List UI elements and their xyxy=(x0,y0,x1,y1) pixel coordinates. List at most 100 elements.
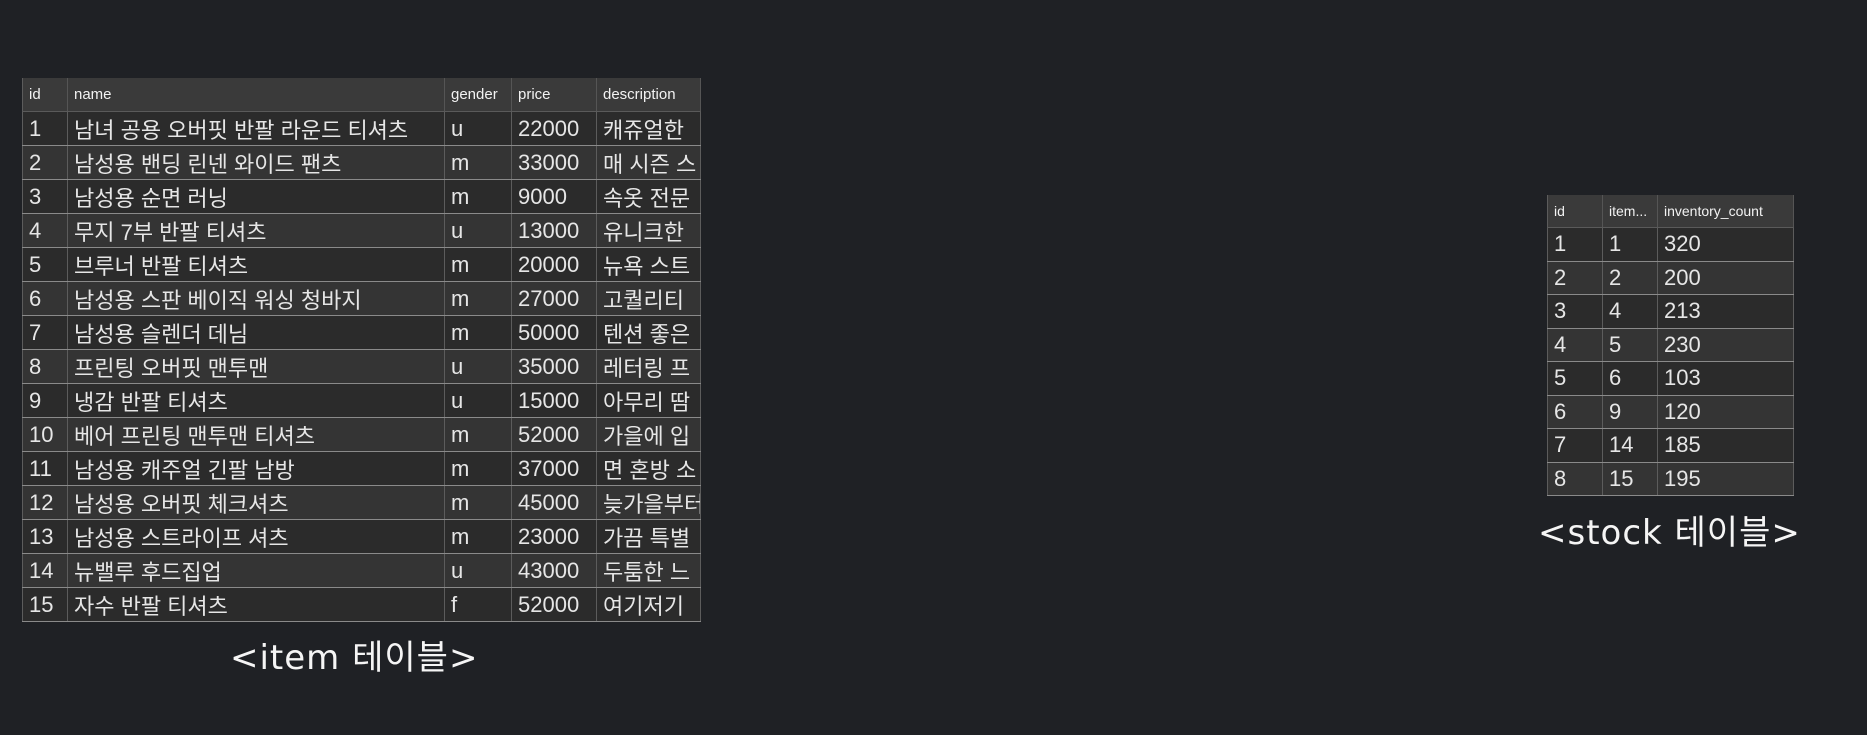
table-cell[interactable]: 유니크한 xyxy=(596,213,701,248)
table-cell[interactable]: 14 xyxy=(22,553,68,588)
table-cell[interactable]: m xyxy=(444,485,512,520)
table-cell[interactable]: 남성용 오버핏 체크셔츠 xyxy=(67,485,445,520)
table-cell[interactable]: 50000 xyxy=(511,315,597,350)
table-row[interactable]: 13 남성용 스트라이프 셔츠 m 23000 가끔 특별 xyxy=(22,519,701,554)
table-cell[interactable]: 185 xyxy=(1657,428,1794,463)
table-cell[interactable]: 가을에 입 xyxy=(596,417,701,452)
table-row[interactable]: 5 브루너 반팔 티셔츠 m 20000 뉴욕 스트 xyxy=(22,247,701,282)
column-header[interactable]: item... xyxy=(1602,195,1658,228)
table-row[interactable]: 7 남성용 슬렌더 데님 m 50000 텐션 좋은 xyxy=(22,315,701,350)
table-cell[interactable]: 120 xyxy=(1657,395,1794,429)
table-cell[interactable]: 뉴밸루 후드집업 xyxy=(67,553,445,588)
table-cell[interactable]: 200 xyxy=(1657,261,1794,295)
table-row[interactable]: 4 5 230 xyxy=(1547,328,1794,362)
table-row[interactable]: 9 냉감 반팔 티셔츠 u 15000 아무리 땀 xyxy=(22,383,701,418)
table-cell[interactable]: 두툼한 느 xyxy=(596,553,701,588)
table-cell[interactable]: 속옷 전문 xyxy=(596,179,701,214)
table-row[interactable]: 15 자수 반팔 티셔츠 f 52000 여기저기 xyxy=(22,587,701,622)
table-cell[interactable]: u xyxy=(444,213,512,248)
table-cell[interactable]: 15 xyxy=(22,587,68,622)
table-cell[interactable]: u xyxy=(444,383,512,418)
table-row[interactable]: 12 남성용 오버핏 체크셔츠 m 45000 늦가을부터 xyxy=(22,485,701,520)
table-cell[interactable]: 12 xyxy=(22,485,68,520)
table-row[interactable]: 10 베어 프린팅 맨투맨 티셔츠 m 52000 가을에 입 xyxy=(22,417,701,452)
table-cell[interactable]: 5 xyxy=(1547,361,1603,396)
column-header[interactable]: price xyxy=(511,78,597,112)
table-cell[interactable]: 9 xyxy=(22,383,68,418)
table-row[interactable]: 8 프린팅 오버핏 맨투맨 u 35000 레터링 프 xyxy=(22,349,701,384)
table-cell[interactable]: 늦가을부터 xyxy=(596,485,701,520)
table-cell[interactable]: 1 xyxy=(22,111,68,146)
table-cell[interactable]: 2 xyxy=(1547,261,1603,295)
table-cell[interactable]: 브루너 반팔 티셔츠 xyxy=(67,247,445,282)
table-cell[interactable]: 매 시즌 스 xyxy=(596,145,701,180)
table-cell[interactable]: 6 xyxy=(1602,361,1658,396)
table-cell[interactable]: 10 xyxy=(22,417,68,452)
table-cell[interactable]: 13000 xyxy=(511,213,597,248)
table-cell[interactable]: 남성용 스트라이프 셔츠 xyxy=(67,519,445,554)
table-row[interactable]: 6 남성용 스판 베이직 워싱 청바지 m 27000 고퀄리티 xyxy=(22,281,701,316)
table-cell[interactable]: 프린팅 오버핏 맨투맨 xyxy=(67,349,445,384)
table-cell[interactable]: 11 xyxy=(22,451,68,486)
table-row[interactable]: 11 남성용 캐주얼 긴팔 남방 m 37000 면 혼방 소 xyxy=(22,451,701,486)
table-cell[interactable]: 남녀 공용 오버핏 반팔 라운드 티셔츠 xyxy=(67,111,445,146)
table-cell[interactable]: 남성용 스판 베이직 워싱 청바지 xyxy=(67,281,445,316)
table-row[interactable]: 1 1 320 xyxy=(1547,227,1794,262)
table-cell[interactable]: m xyxy=(444,145,512,180)
table-row[interactable]: 8 15 195 xyxy=(1547,462,1794,496)
table-cell[interactable]: 43000 xyxy=(511,553,597,588)
table-row[interactable]: 3 남성용 순면 러닝 m 9000 속옷 전문 xyxy=(22,179,701,214)
table-row[interactable]: 7 14 185 xyxy=(1547,428,1794,463)
table-cell[interactable]: 3 xyxy=(1547,294,1603,329)
table-row[interactable]: 3 4 213 xyxy=(1547,294,1794,329)
table-cell[interactable]: 320 xyxy=(1657,227,1794,262)
table-cell[interactable]: m xyxy=(444,281,512,316)
table-cell[interactable]: 8 xyxy=(22,349,68,384)
table-cell[interactable]: 남성용 캐주얼 긴팔 남방 xyxy=(67,451,445,486)
table-cell[interactable]: 2 xyxy=(1602,261,1658,295)
table-cell[interactable]: 103 xyxy=(1657,361,1794,396)
table-cell[interactable]: u xyxy=(444,553,512,588)
table-cell[interactable]: 레터링 프 xyxy=(596,349,701,384)
table-cell[interactable]: 14 xyxy=(1602,428,1658,463)
column-header[interactable]: description xyxy=(596,78,701,112)
table-cell[interactable]: 베어 프린팅 맨투맨 티셔츠 xyxy=(67,417,445,452)
table-cell[interactable]: m xyxy=(444,247,512,282)
table-cell[interactable]: 가끔 특별 xyxy=(596,519,701,554)
column-header[interactable]: gender xyxy=(444,78,512,112)
table-cell[interactable]: 52000 xyxy=(511,417,597,452)
table-cell[interactable]: 4 xyxy=(1547,328,1603,362)
table-cell[interactable]: m xyxy=(444,451,512,486)
table-cell[interactable]: 20000 xyxy=(511,247,597,282)
table-cell[interactable]: m xyxy=(444,519,512,554)
column-header[interactable]: id xyxy=(22,78,68,112)
table-cell[interactable]: 13 xyxy=(22,519,68,554)
table-cell[interactable]: 35000 xyxy=(511,349,597,384)
table-cell[interactable]: 33000 xyxy=(511,145,597,180)
table-cell[interactable]: 7 xyxy=(1547,428,1603,463)
table-cell[interactable]: 6 xyxy=(1547,395,1603,429)
table-row[interactable]: 5 6 103 xyxy=(1547,361,1794,396)
table-cell[interactable]: 230 xyxy=(1657,328,1794,362)
table-cell[interactable]: f xyxy=(444,587,512,622)
column-header[interactable]: inventory_count xyxy=(1657,195,1794,228)
table-cell[interactable]: 23000 xyxy=(511,519,597,554)
table-cell[interactable]: 1 xyxy=(1602,227,1658,262)
table-row[interactable]: 1 남녀 공용 오버핏 반팔 라운드 티셔츠 u 22000 캐쥬얼한 xyxy=(22,111,701,146)
table-row[interactable]: 2 남성용 밴딩 린넨 와이드 팬츠 m 33000 매 시즌 스 xyxy=(22,145,701,180)
table-cell[interactable]: 캐쥬얼한 xyxy=(596,111,701,146)
column-header[interactable]: name xyxy=(67,78,445,112)
table-cell[interactable]: 7 xyxy=(22,315,68,350)
table-cell[interactable]: u xyxy=(444,111,512,146)
table-cell[interactable]: 15 xyxy=(1602,462,1658,496)
table-cell[interactable]: 텐션 좋은 xyxy=(596,315,701,350)
table-row[interactable]: 14 뉴밸루 후드집업 u 43000 두툼한 느 xyxy=(22,553,701,588)
table-cell[interactable]: m xyxy=(444,315,512,350)
table-cell[interactable]: 4 xyxy=(1602,294,1658,329)
table-cell[interactable]: 213 xyxy=(1657,294,1794,329)
table-cell[interactable]: m xyxy=(444,417,512,452)
table-cell[interactable]: 냉감 반팔 티셔츠 xyxy=(67,383,445,418)
table-row[interactable]: 2 2 200 xyxy=(1547,261,1794,295)
table-cell[interactable]: 37000 xyxy=(511,451,597,486)
table-cell[interactable]: 9000 xyxy=(511,179,597,214)
